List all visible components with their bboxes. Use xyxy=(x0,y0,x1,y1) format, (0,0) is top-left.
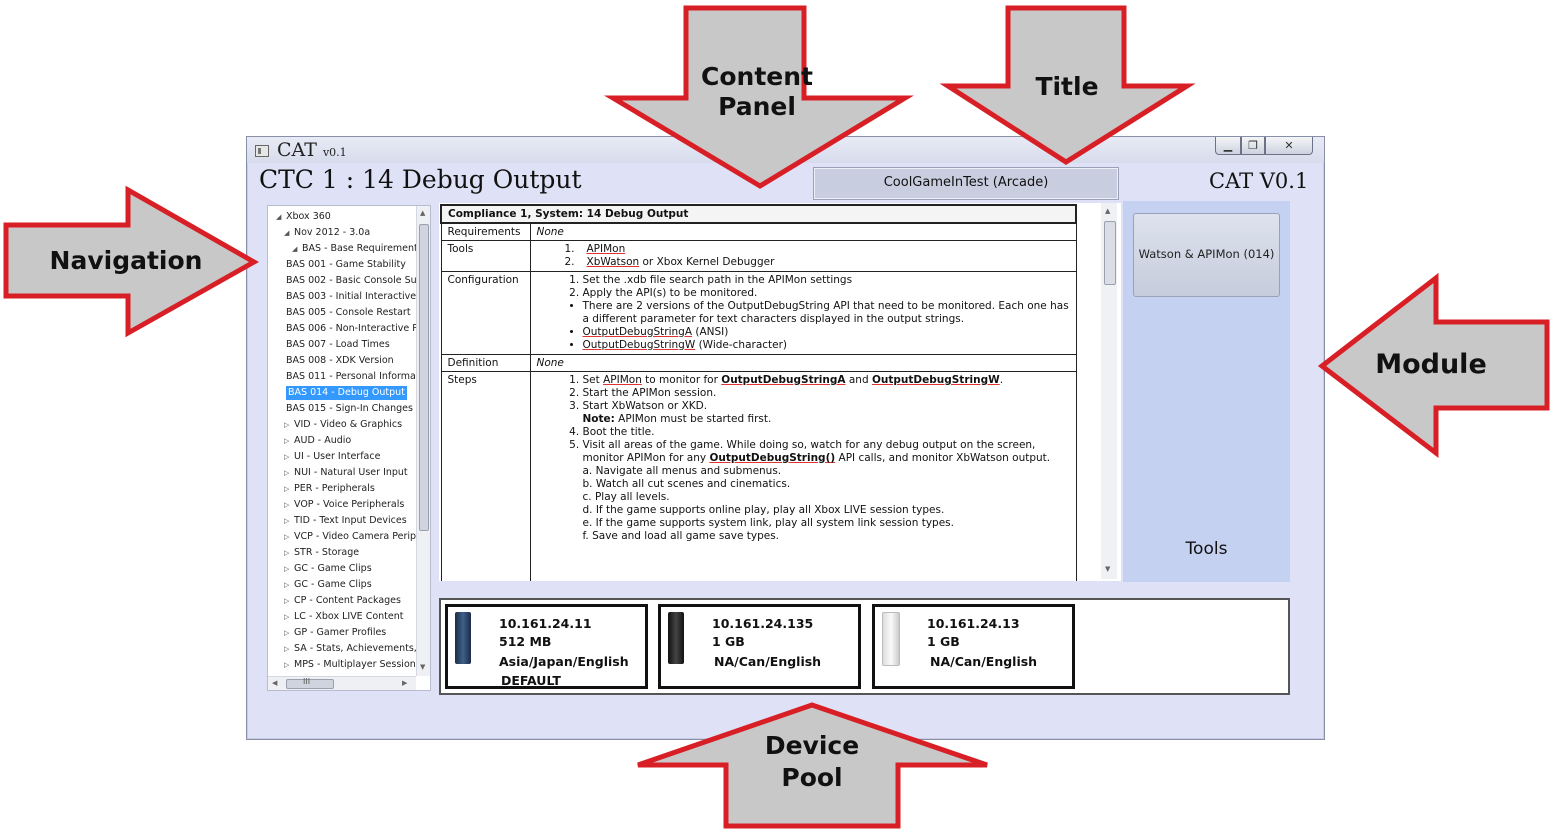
module-label: Module xyxy=(1375,349,1487,380)
title-label: Title xyxy=(1035,72,1099,101)
content-panel-label: Content Panel xyxy=(686,62,828,122)
content-panel-label-line1: Content xyxy=(701,62,813,91)
device-pool-label-line2: Pool xyxy=(781,763,843,792)
navigation-label: Navigation xyxy=(49,246,203,275)
content-panel-label-line2: Panel xyxy=(718,92,796,121)
device-pool-label-line1: Device xyxy=(764,731,860,760)
annotation-arrows xyxy=(3,5,1550,829)
device-pool-label: Device Pool xyxy=(740,730,884,794)
